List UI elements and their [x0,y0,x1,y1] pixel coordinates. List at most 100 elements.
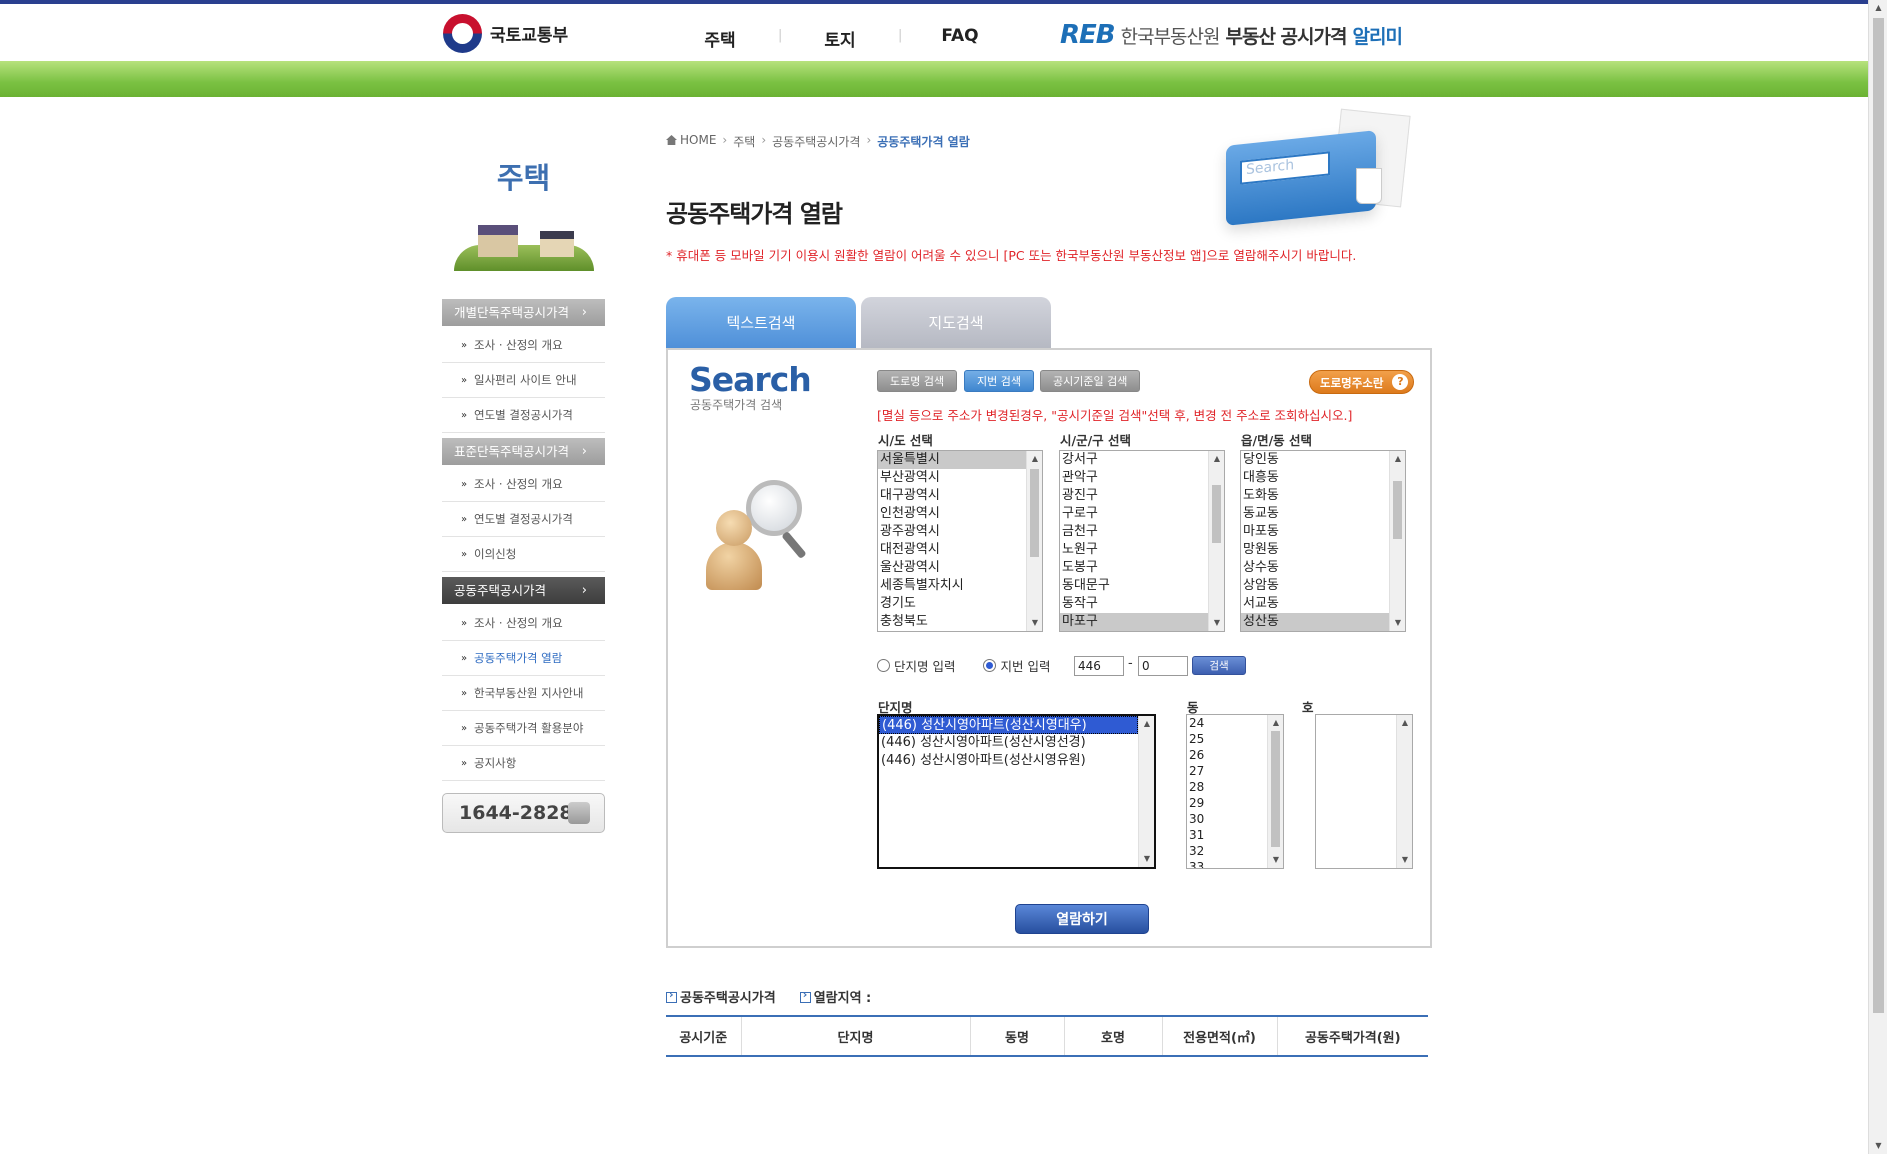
list-option[interactable]: 24 [1187,715,1267,731]
list-option[interactable]: 광주광역시 [878,523,1026,541]
list-option[interactable]: (446) 성산시영아파트(성산시영선경) [879,734,1138,752]
list-option[interactable]: 25 [1187,731,1267,747]
list-option[interactable]: 성산동 [1241,613,1389,631]
scrollbar[interactable]: ▲ ▼ [1208,451,1224,631]
list-option[interactable]: 대구광역시 [878,487,1026,505]
list-option[interactable]: 29 [1187,795,1267,811]
list-option[interactable]: 서울특별시 [878,451,1026,469]
list-option[interactable]: 동작구 [1060,595,1208,613]
list-option[interactable]: 대전광역시 [878,541,1026,559]
sidebar-item[interactable]: 조사 · 산정의 개요 [442,467,605,502]
sidebar-item[interactable]: 공지사항 [442,746,605,781]
scrollbar[interactable]: ▲ ▼ [1267,715,1283,868]
jibun-main-input[interactable]: 446 [1074,656,1124,676]
list-option[interactable]: 28 [1187,779,1267,795]
breadcrumb-home[interactable]: HOME [666,133,716,150]
col-building: 동명 [970,1016,1065,1056]
list-option[interactable]: 32 [1187,843,1267,859]
list-option[interactable]: 33 [1187,859,1267,868]
sidebar-section-standard-house[interactable]: 표준단독주택공시가격 › [442,438,605,465]
sidebar-item[interactable]: 조사 · 산정의 개요 [442,606,605,641]
scroll-down-icon[interactable]: ▼ [1869,1138,1887,1154]
sidebar-item[interactable]: 연도별 결정공시가격 [442,502,605,537]
scrollbar[interactable]: ▲ ▼ [1138,716,1154,867]
list-option[interactable]: 광진구 [1060,487,1208,505]
list-option[interactable]: (446) 성산시영아파트(성산시영유원) [879,752,1138,770]
dong-select[interactable]: 당인동 대흥동 도화동 동교동 마포동 망원동 상수동 상암동 서교동 성산동 ▲ ▼ [1240,450,1406,632]
nav-housing[interactable]: 주택 [660,26,780,51]
base-date-search-button[interactable]: 공시기준일 검색 [1040,370,1141,392]
sidebar-item[interactable]: 일사편리 사이트 안내 [442,363,605,398]
scrollbar[interactable]: ▲ ▼ [1396,715,1412,868]
chevron-right-icon: › [581,444,587,459]
list-option[interactable]: 상암동 [1241,577,1389,595]
sidebar-item-current[interactable]: 공동주택가격 열람 [442,641,605,676]
list-option[interactable]: 당인동 [1241,451,1389,469]
list-option[interactable]: 도화동 [1241,487,1389,505]
tab-map-search[interactable]: 지도검색 [861,297,1051,349]
list-option[interactable]: 30 [1187,811,1267,827]
list-option[interactable]: 인천광역시 [878,505,1026,523]
sigungu-label: 시/군/구 선택 [1060,433,1131,448]
building-select[interactable]: 24 25 26 27 28 29 30 31 32 33 ▲ ▼ [1186,714,1284,869]
sidebar-item[interactable]: 조사 · 산정의 개요 [442,328,605,363]
breadcrumb-item[interactable]: 주택 [733,133,755,150]
sidebar-item[interactable]: 공동주택가격 활용분야 [442,711,605,746]
list-option[interactable]: 경기도 [878,595,1026,613]
sidebar-section-apartment[interactable]: 공동주택공시가격 › [442,577,605,604]
ministry-logo[interactable]: 국토교통부 [443,14,568,53]
list-option[interactable]: 도봉구 [1060,559,1208,577]
houses-illustration-icon [453,211,594,271]
breadcrumb-current: 공동주택가격 열람 [877,135,970,149]
scrollbar[interactable]: ▲ ▼ [1026,451,1042,631]
open-button[interactable]: 열람하기 [1015,904,1149,934]
road-address-help-button[interactable]: 도로명주소란? [1309,370,1415,394]
radio-jibun[interactable] [983,659,997,672]
list-option[interactable]: 부산광역시 [878,469,1026,487]
road-name-search-button[interactable]: 도로명 검색 [877,370,958,392]
list-option[interactable]: 금천구 [1060,523,1208,541]
radio-complex-name[interactable] [877,659,890,672]
list-option[interactable]: 충청북도 [878,613,1026,631]
sidebar-item[interactable]: 한국부동산원 지사안내 [442,676,605,711]
nav-faq[interactable]: FAQ [898,26,1020,51]
result-table: 공시기준 단지명 동명 호명 전용면적(㎡) 공동주택가격(원) [666,1015,1428,1057]
list-option[interactable]: 대흥동 [1241,469,1389,487]
list-option[interactable]: 강서구 [1060,451,1208,469]
list-option[interactable]: 서교동 [1241,595,1389,613]
scroll-thumb[interactable] [1873,18,1884,1013]
sidebar-section-individual-house[interactable]: 개별단독주택공시가격 › [442,299,605,326]
list-option[interactable]: 동대문구 [1060,577,1208,595]
list-option[interactable]: 상수동 [1241,559,1389,577]
nav-land[interactable]: 토지 [778,26,900,51]
list-option[interactable]: 노원구 [1060,541,1208,559]
sido-select[interactable]: 서울특별시 부산광역시 대구광역시 인천광역시 광주광역시 대전광역시 울산광역시 세종특별자… [877,450,1043,632]
jibun-search-button[interactable]: 지번 검색 [964,370,1034,392]
list-option[interactable]: 마포구 [1060,613,1208,631]
list-option[interactable]: 구로구 [1060,505,1208,523]
list-option[interactable]: 26 [1187,747,1267,763]
complex-select[interactable]: (446) 성산시영아파트(성산시영대우) (446) 성산시영아파트(성산시영선… [877,714,1156,869]
sidebar-item[interactable]: 이의신청 [442,537,605,572]
breadcrumb-item[interactable]: 공동주택공시가격 [772,133,860,150]
list-option[interactable]: 관악구 [1060,469,1208,487]
sigungu-select[interactable]: 강서구 관악구 광진구 구로구 금천구 노원구 도봉구 동대문구 동작구 마포구 ▲ ▼ [1059,450,1225,632]
page-scrollbar[interactable]: ▲ ▼ [1868,0,1887,1154]
jibun-sub-input[interactable]: 0 [1138,656,1188,676]
list-option[interactable]: 27 [1187,763,1267,779]
brand-logo[interactable]: REB 한국부동산원 부동산 공시가격 알리미 [1060,20,1403,50]
scroll-up-icon[interactable]: ▲ [1869,0,1887,16]
search-logo: Search [689,360,812,399]
list-option[interactable]: 동교동 [1241,505,1389,523]
list-option[interactable]: 세종특별자치시 [878,577,1026,595]
scrollbar[interactable]: ▲ ▼ [1389,451,1405,631]
sidebar-item[interactable]: 연도별 결정공시가격 [442,398,605,433]
jibun-search-go-button[interactable]: 검색 [1192,656,1246,675]
list-option[interactable]: 31 [1187,827,1267,843]
list-option[interactable]: 망원동 [1241,541,1389,559]
list-option[interactable]: (446) 성산시영아파트(성산시영대우) [879,716,1138,734]
unit-select[interactable]: ▲ ▼ [1315,714,1413,869]
list-option[interactable]: 울산광역시 [878,559,1026,577]
list-option[interactable]: 마포동 [1241,523,1389,541]
tab-text-search[interactable]: 텍스트검색 [666,297,856,349]
